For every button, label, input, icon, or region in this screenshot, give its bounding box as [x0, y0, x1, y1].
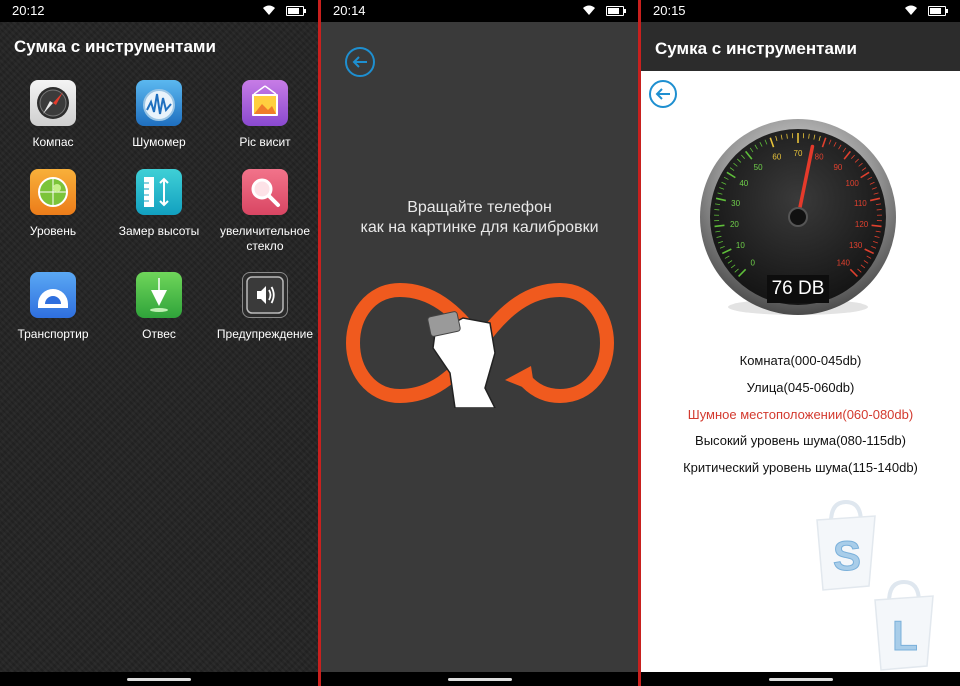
- battery-icon: [606, 6, 626, 16]
- home-indicator[interactable]: [447, 678, 512, 681]
- gauge-tick-label: 70: [794, 149, 803, 158]
- calibration-panel: Вращайте телефон как на картинке для кал…: [321, 22, 638, 672]
- watermark-bag-l: L: [867, 576, 941, 677]
- wifi-icon: [904, 4, 918, 19]
- svg-text:S: S: [833, 532, 861, 579]
- range-room: Комната(000-045db): [739, 353, 862, 368]
- gauge-tick-label: 10: [736, 241, 745, 250]
- gauge-tick-label: 80: [815, 153, 824, 162]
- app-bar: Сумка с инструментами: [0, 22, 318, 72]
- status-bar: 20:14: [321, 0, 638, 22]
- home-indicator[interactable]: [768, 678, 833, 681]
- screen-toolbox: 20:12 Сумка с инструментами Компас Шумом…: [0, 0, 318, 686]
- plumb-icon: [136, 272, 182, 318]
- tool-label: Замер высоты: [118, 224, 200, 238]
- gauge-tick-label: 130: [849, 241, 863, 250]
- status-time: 20:14: [333, 3, 366, 18]
- range-high: Высокий уровень шума(080-115db): [695, 433, 906, 448]
- tool-magnifier[interactable]: увеличительное стекло: [212, 169, 318, 254]
- status-bar: 20:15: [641, 0, 960, 22]
- noise-meter-panel: 0 10 20 30 40 50 60 70 80 90 100 110 120 130 140 76 DB…: [641, 71, 960, 672]
- range-noisy-active: Шумное местоположении(060-080db): [687, 407, 914, 422]
- gauge-tick-label: 90: [833, 163, 842, 172]
- page-title: Сумка с инструментами: [655, 39, 857, 58]
- gauge-tick-label: 140: [837, 258, 851, 267]
- back-button[interactable]: [344, 46, 376, 83]
- instruction-line-2: как на картинке для калибровки: [360, 219, 599, 236]
- gauge-tick-label: 30: [731, 199, 740, 208]
- tool-label: Транспортир: [17, 327, 89, 341]
- home-indicator[interactable]: [127, 678, 191, 681]
- back-arrow-icon: [345, 47, 375, 77]
- range-critical: Критический уровень шума(115-140db): [683, 460, 918, 475]
- gauge-tick-label: 100: [846, 179, 860, 188]
- instruction-line-1: Вращайте телефон: [407, 199, 552, 216]
- gauge-hub: [788, 207, 808, 227]
- gauge-tick: [871, 224, 882, 228]
- tool-noise-meter[interactable]: Шумомер: [106, 80, 212, 150]
- app-bar: Сумка с инструментами: [641, 22, 960, 71]
- status-bar: 20:12: [0, 0, 318, 22]
- status-time: 20:12: [12, 3, 45, 18]
- height-measure-icon: [136, 169, 182, 215]
- gauge-tick: [714, 224, 725, 228]
- wifi-icon: [582, 4, 596, 19]
- screen-noise-meter: 20:15 Сумка с инструментами 0 10 20 30 4…: [641, 0, 960, 686]
- gauge-tick-label: 40: [739, 179, 748, 188]
- gauge-tick-label: 120: [855, 220, 869, 229]
- tool-label: Pic висит: [239, 135, 291, 149]
- page-title: Сумка с инструментами: [14, 37, 216, 56]
- tool-label: Компас: [32, 135, 74, 149]
- compass-icon: [30, 80, 76, 126]
- tool-picture-hang[interactable]: Pic висит: [212, 80, 318, 150]
- gauge-tick-label: 110: [854, 199, 867, 208]
- speaker-icon: [242, 272, 288, 318]
- picture-hang-icon: [242, 80, 288, 126]
- tool-plumb[interactable]: Отвес: [106, 272, 212, 342]
- status-time: 20:15: [653, 3, 686, 18]
- gauge-tick-label: 20: [730, 220, 739, 229]
- gauge-tick-label: 50: [754, 163, 763, 172]
- nav-bar: [321, 672, 638, 686]
- magnifier-icon: [242, 169, 288, 215]
- gauge-tick-label: 0: [751, 258, 756, 267]
- back-button[interactable]: [648, 79, 678, 114]
- battery-icon: [286, 6, 306, 16]
- tool-label: Предупреждение: [216, 327, 314, 341]
- tool-warning[interactable]: Предупреждение: [212, 272, 318, 342]
- tool-compass[interactable]: Компас: [0, 80, 106, 150]
- battery-icon: [928, 6, 948, 16]
- wifi-icon: [262, 4, 276, 19]
- tool-label: увеличительное стекло: [219, 224, 311, 253]
- noise-meter-icon: [136, 80, 182, 126]
- tool-label: Шумомер: [132, 135, 186, 149]
- level-icon: [30, 169, 76, 215]
- svg-text:L: L: [892, 612, 918, 659]
- figure-eight-illustration: [345, 278, 615, 413]
- back-arrow-icon: [649, 80, 677, 108]
- screen-calibration: 20:14 Вращайте телефон как на картинке д…: [321, 0, 638, 686]
- gauge-tick-label: 60: [772, 153, 781, 162]
- tool-height-measure[interactable]: Замер высоты: [106, 169, 212, 239]
- tool-label: Отвес: [142, 327, 176, 341]
- tool-protractor[interactable]: Транспортир: [0, 272, 106, 342]
- range-street: Улица(045-060db): [746, 380, 855, 395]
- nav-bar: [641, 672, 960, 686]
- protractor-icon: [30, 272, 76, 318]
- tool-level[interactable]: Уровень: [0, 169, 106, 239]
- db-readout: 76 DB: [767, 275, 829, 303]
- calibration-instruction: Вращайте телефон как на картинке для кал…: [321, 198, 638, 238]
- nav-bar: [0, 672, 318, 686]
- tool-label: Уровень: [29, 224, 77, 238]
- toolbox-background: Сумка с инструментами Компас Шумомер Pic…: [0, 22, 318, 672]
